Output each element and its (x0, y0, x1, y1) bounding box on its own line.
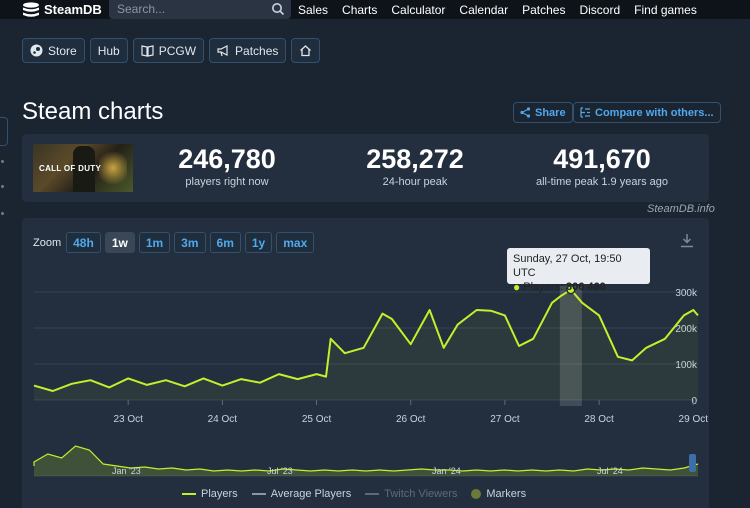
nav-discord[interactable]: Discord (579, 3, 620, 17)
zoom-6m-button[interactable]: 6m (209, 232, 241, 253)
sidebar-dot (1, 160, 4, 163)
zoom-1y-button[interactable]: 1y (244, 232, 273, 253)
compare-icon (580, 107, 590, 118)
steamdb-watermark: SteamDB.info (647, 203, 715, 215)
stats-panel: CALL OF DUTY 246,780 players right now 2… (22, 134, 709, 202)
sidebar-dot (1, 212, 4, 215)
game-cover-image[interactable]: CALL OF DUTY (33, 144, 133, 192)
tooltip-value: 306 460 (566, 281, 606, 293)
zoom-48h-button[interactable]: 48h (66, 232, 101, 253)
zoom-3m-button[interactable]: 3m (174, 232, 206, 253)
tooltip-series-label: Players: (523, 281, 563, 293)
legend-label: Average Players (270, 488, 352, 500)
nav-find-games[interactable]: Find games (634, 3, 697, 17)
navigator-handle (689, 454, 696, 472)
home-icon (300, 45, 312, 57)
navigator-label: Jul '23 (267, 466, 293, 476)
legend-label: Markers (486, 488, 527, 500)
main-nav: Sales Charts Calculator Calendar Patches… (298, 0, 711, 19)
navigator-label: Jan '23 (112, 466, 141, 476)
legend-item-players[interactable]: Players (182, 488, 238, 500)
stat-value: 258,272 (366, 144, 464, 174)
players-chart-panel: 0 100k 200k 300k 23 Oct 24 Oct 25 Oct 26 Oct 27 … (22, 218, 709, 508)
zoom-1w-button[interactable]: 1w (104, 232, 135, 253)
stat-value: 491,670 (553, 144, 651, 174)
legend-item-twitch-viewers[interactable]: Twitch Viewers (365, 488, 457, 500)
tooltip-date: Sunday, 27 Oct, 19:50 UTC (513, 253, 622, 279)
y-tick-label: 300k (675, 288, 698, 299)
chart-tooltip: Sunday, 27 Oct, 19:50 UTC ● Players: 306… (507, 248, 650, 294)
app-link-buttons: Store Hub PCGW Patches (22, 38, 321, 63)
home-button[interactable] (291, 38, 321, 63)
navigator-label: Jan '24 (432, 466, 461, 476)
legend-item-average-players[interactable]: Average Players (251, 488, 352, 500)
patches-button[interactable]: Patches (209, 38, 287, 63)
zoom-1m-button[interactable]: 1m (138, 232, 171, 253)
compare-button[interactable]: Compare with others... (573, 102, 721, 123)
zoom-label: Zoom (33, 236, 62, 249)
patches-label: Patches (235, 43, 279, 58)
book-icon (141, 45, 154, 57)
steamdb-logo[interactable]: SteamDB (22, 0, 102, 19)
sidebar-toggle[interactable] (0, 117, 8, 146)
steamdb-logo-icon (23, 1, 39, 17)
store-button[interactable]: Store (22, 38, 85, 63)
nav-calendar[interactable]: Calendar (459, 3, 508, 17)
stat-current-players: 246,780 players right now (167, 144, 287, 188)
pcgw-label: PCGW (158, 43, 197, 58)
navigator-label: Jul '24 (597, 466, 623, 476)
steam-icon (30, 44, 43, 57)
download-icon[interactable] (680, 233, 694, 248)
tooltip-value-row: ● Players: 306 460 (513, 280, 644, 294)
stat-24h-peak: 258,272 24-hour peak (355, 144, 475, 188)
stat-label: all-time peak 1.9 years ago (535, 176, 669, 188)
stat-label: players right now (185, 176, 269, 188)
legend-label: Twitch Viewers (384, 488, 458, 500)
x-tick-label: 23 Oct (113, 414, 143, 425)
zoom-controls: Zoom 48h 1w 1m 3m 6m 1y max (33, 232, 315, 253)
pcgw-button[interactable]: PCGW (132, 38, 205, 63)
x-tick-label: 24 Oct (208, 414, 238, 425)
page-title: Steam charts (22, 98, 164, 125)
share-button[interactable]: Share (513, 102, 573, 123)
stat-all-time-peak: 491,670 all-time peak 1.9 years ago (527, 144, 677, 188)
legend-swatch (182, 493, 196, 495)
x-tick-label: 28 Oct (584, 414, 614, 425)
megaphone-icon (217, 45, 228, 57)
zoom-max-button[interactable]: max (276, 232, 315, 253)
nav-charts[interactable]: Charts (342, 3, 377, 17)
store-label: Store (48, 43, 77, 58)
share-label: Share (535, 106, 566, 119)
nav-calculator[interactable]: Calculator (391, 3, 445, 17)
hub-button[interactable]: Hub (89, 38, 128, 63)
stat-label: 24-hour peak (382, 176, 448, 188)
legend-item-markers[interactable]: Markers (471, 488, 526, 500)
legend-swatch (365, 493, 380, 495)
legend-swatch (471, 489, 482, 499)
legend-label: Players (201, 488, 238, 500)
hub-label: Hub (97, 43, 120, 58)
search-placeholder: Search... (117, 1, 166, 16)
chart-legend: Players Average Players Twitch Viewers M… (182, 488, 526, 500)
nav-patches[interactable]: Patches (522, 3, 565, 17)
cover-glow (99, 148, 127, 188)
share-icon (520, 107, 531, 118)
brand-name: SteamDB (44, 2, 102, 17)
x-tick-label: 29 Oct (679, 414, 709, 425)
sidebar-dot (1, 185, 4, 188)
tooltip-bullet-icon: ● (513, 280, 521, 294)
top-navbar: SteamDB Search... Sales Charts Calculato… (0, 0, 750, 19)
search-icon[interactable] (271, 2, 285, 16)
compare-label: Compare with others... (595, 106, 714, 119)
stat-value: 246,780 (178, 144, 276, 174)
game-logo-text: CALL OF DUTY (39, 164, 102, 173)
x-tick-label: 27 Oct (490, 414, 520, 425)
legend-swatch (251, 493, 266, 495)
search-input[interactable]: Search... (109, 0, 291, 19)
x-tick-label: 26 Oct (396, 414, 426, 425)
nav-sales[interactable]: Sales (298, 3, 328, 17)
x-tick-label: 25 Oct (302, 414, 332, 425)
